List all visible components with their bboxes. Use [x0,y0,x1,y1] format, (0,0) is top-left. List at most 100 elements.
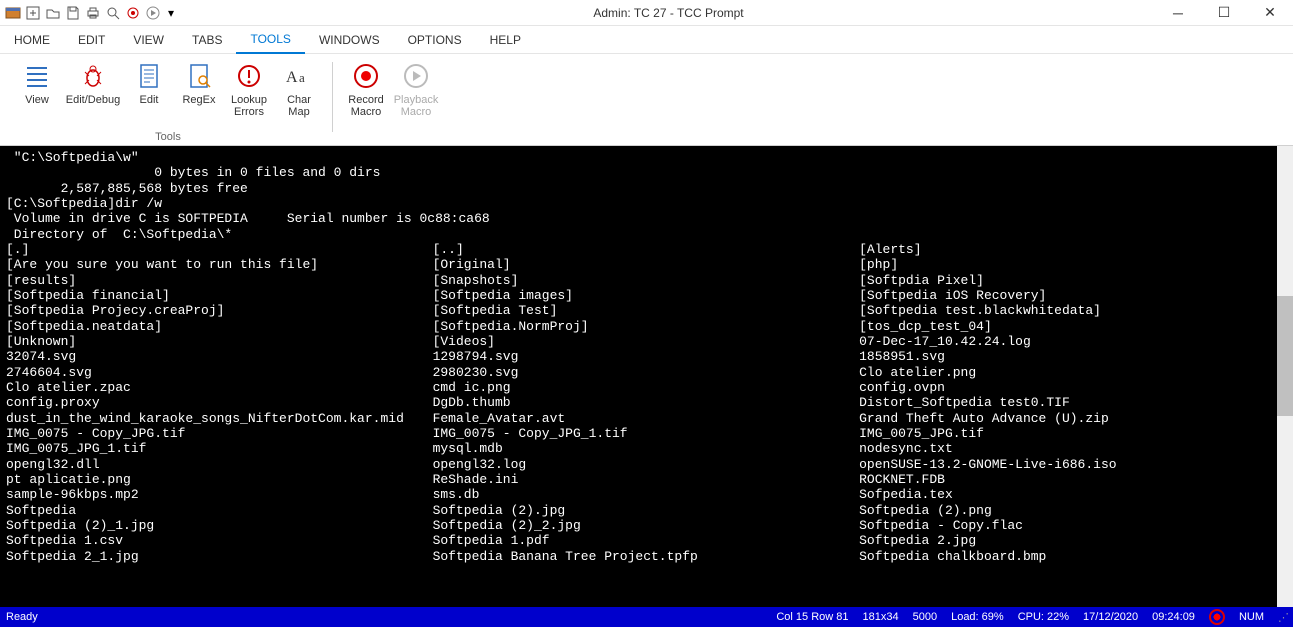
status-cpu: CPU: 22% [1018,611,1069,623]
terminal-row: sample-96kbps.mp2sms.dbSofpedia.tex [6,487,1287,502]
edit-debug-button[interactable]: Edit/Debug [64,58,122,120]
terminal-cell: [Softpedia iOS Recovery] [859,288,1286,303]
find-icon[interactable] [104,4,122,22]
terminal-row: config.proxyDgDb.thumbDistort_Softpedia … [6,395,1287,410]
terminal-row: IMG_0075 - Copy_JPG.tifIMG_0075 - Copy_J… [6,426,1287,441]
qat-dropdown-icon[interactable]: ▾ [164,4,178,22]
scrollbar-thumb[interactable] [1277,296,1293,416]
terminal-row: [Softpedia.neatdata][Softpedia.NormProj]… [6,319,1287,334]
terminal-cell: 2746604.svg [6,365,433,380]
view-button[interactable]: View [14,58,60,120]
terminal-cell: [results] [6,273,433,288]
titlebar: ▾ Admin: TC 27 - TCC Prompt ─ ☐ ✕ [0,0,1293,26]
terminal-cell: IMG_0075_JPG.tif [859,426,1286,441]
record-macro-button[interactable]: Record Macro [343,58,389,120]
status-col-row: Col 15 Row 81 [776,611,848,623]
terminal-row: [Softpedia Projecy.creaProj][Softpedia T… [6,303,1287,318]
terminal-cell: Softpedia 1.pdf [433,533,860,548]
save-icon[interactable] [64,4,82,22]
record-icon[interactable] [124,4,142,22]
terminal-cell: opengl32.dll [6,457,433,472]
terminal-cell: [Softpdia Pixel] [859,273,1286,288]
svg-text:A: A [286,69,298,86]
terminal-cell: Softpedia (2).jpg [433,503,860,518]
terminal-cell: 07-Dec-17_10.42.24.log [859,334,1286,349]
record-circle-icon [350,60,382,92]
terminal-cell: 32074.svg [6,349,433,364]
terminal-cell: config.proxy [6,395,433,410]
terminal-cell: IMG_0075 - Copy_JPG.tif [6,426,433,441]
terminal-cell: sample-96kbps.mp2 [6,487,433,502]
terminal-cell: openSUSE-13.2-GNOME-Live-i686.iso [859,457,1286,472]
terminal-output[interactable]: "C:\Softpedia\w" 0 bytes in 0 files and … [0,146,1293,607]
terminal-cell: [Softpedia Test] [433,303,860,318]
scrollbar-track[interactable] [1277,146,1293,607]
terminal-cell: [Snapshots] [433,273,860,288]
status-ready: Ready [6,611,38,623]
status-load: Load: 69% [951,611,1004,623]
terminal-row: Softpedia (2)_1.jpgSoftpedia (2)_2.jpgSo… [6,518,1287,533]
menu-view[interactable]: VIEW [119,27,178,53]
status-record-icon[interactable] [1209,609,1225,625]
char-map-button[interactable]: Aa Char Map [276,58,322,120]
terminal-cell: mysql.mdb [433,441,860,456]
window-title: Admin: TC 27 - TCC Prompt [182,6,1155,20]
terminal-line: [C:\Softpedia]dir /w [6,196,1287,211]
terminal-cell: ReShade.ini [433,472,860,487]
menu-options[interactable]: OPTIONS [394,27,476,53]
close-button[interactable]: ✕ [1247,0,1293,26]
terminal-cell: [Softpedia.NormProj] [433,319,860,334]
terminal-cell: dust_in_the_wind_karaoke_songs_NifterDot… [6,411,433,426]
lookup-errors-button[interactable]: Lookup Errors [226,58,272,120]
terminal-cell: Softpedia (2)_1.jpg [6,518,433,533]
play-icon[interactable] [144,4,162,22]
status-resize-grip[interactable]: ⋰ [1278,611,1287,624]
terminal-row: Softpedia 2_1.jpgSoftpedia Banana Tree P… [6,549,1287,564]
status-buffer: 5000 [913,611,937,623]
terminal-line: Directory of C:\Softpedia\* [6,227,1287,242]
terminal-line: 2,587,885,568 bytes free [6,181,1287,196]
terminal-cell: ROCKNET.FDB [859,472,1286,487]
menu-windows[interactable]: WINDOWS [305,27,394,53]
terminal-cell: Clo atelier.png [859,365,1286,380]
menu-home[interactable]: HOME [0,27,64,53]
terminal-cell: [Are you sure you want to run this file] [6,257,433,272]
terminal-cell: IMG_0075_JPG_1.tif [6,441,433,456]
print-icon[interactable] [84,4,102,22]
terminal-cell: Softpedia 2_1.jpg [6,549,433,564]
list-icon [21,60,53,92]
maximize-button[interactable]: ☐ [1201,0,1247,26]
quick-access-toolbar: ▾ [0,4,182,22]
terminal-row: IMG_0075_JPG_1.tifmysql.mdbnodesync.txt [6,441,1287,456]
menu-tools[interactable]: TOOLS [236,26,304,54]
status-date: 17/12/2020 [1083,611,1138,623]
terminal-line: "C:\Softpedia\w" [6,150,1287,165]
terminal-cell: DgDb.thumb [433,395,860,410]
svg-text:a: a [299,70,305,85]
status-dimensions: 181x34 [863,611,899,623]
regex-button[interactable]: RegEx [176,58,222,120]
terminal-cell: [Softpedia financial] [6,288,433,303]
terminal-cell: Softpedia 2.jpg [859,533,1286,548]
terminal-cell: [Videos] [433,334,860,349]
open-icon[interactable] [44,4,62,22]
app-icon[interactable] [4,4,22,22]
menu-tabs[interactable]: TABS [178,27,236,53]
terminal-cell: Softpedia (2).png [859,503,1286,518]
terminal-cell: Softpedia Banana Tree Project.tpfp [433,549,860,564]
terminal-row: SoftpediaSoftpedia (2).jpgSoftpedia (2).… [6,503,1287,518]
menu-help[interactable]: HELP [476,27,535,53]
terminal-cell: [php] [859,257,1286,272]
minimize-button[interactable]: ─ [1155,0,1201,26]
new-tab-icon[interactable] [24,4,42,22]
terminal-cell: cmd ic.png [433,380,860,395]
playback-macro-button[interactable]: Playback Macro [393,58,439,120]
terminal-cell: [Unknown] [6,334,433,349]
document-search-icon [183,60,215,92]
status-numlock: NUM [1239,611,1264,623]
menu-edit[interactable]: EDIT [64,27,119,53]
edit-button[interactable]: Edit [126,58,172,120]
warning-icon [233,60,265,92]
terminal-row: [Are you sure you want to run this file]… [6,257,1287,272]
ribbon-group-tools: View Edit/Debug Edit RegEx Lookup Errors… [8,58,328,145]
